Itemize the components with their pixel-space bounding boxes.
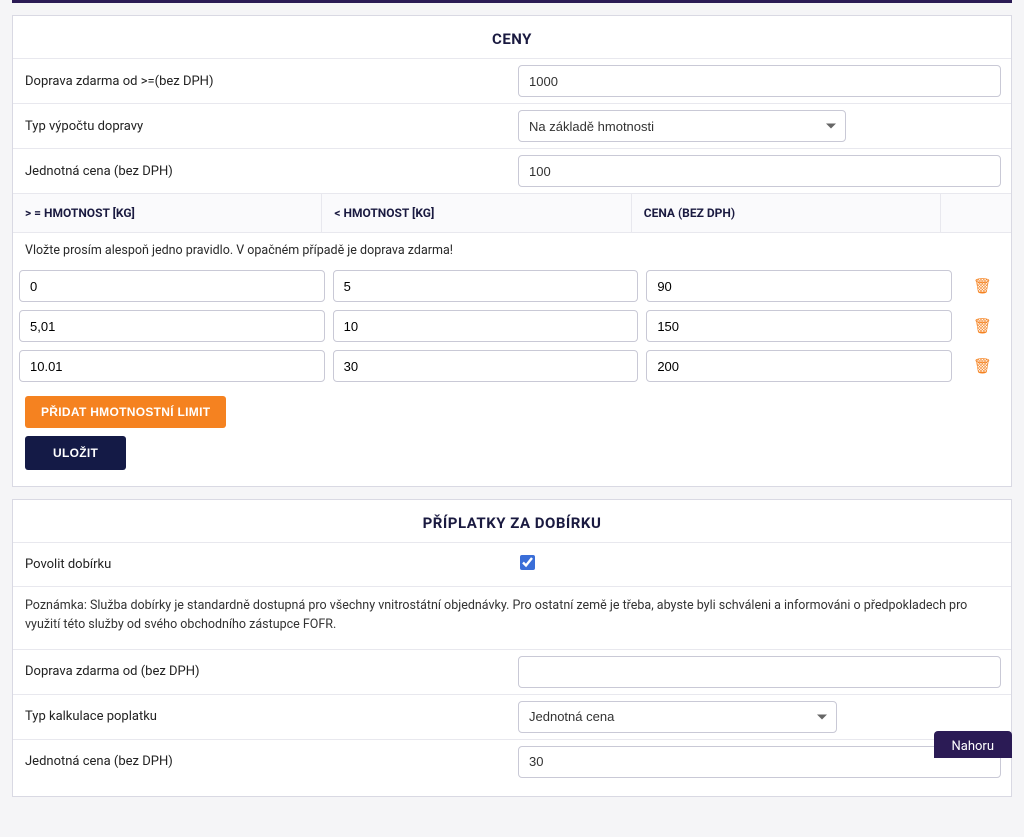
trash-icon[interactable]: 🗑 xyxy=(973,359,992,374)
row-enable-cod: Povolit dobírku xyxy=(13,542,1011,586)
prices-panel: CENY Doprava zdarma od >=(bez DPH) Typ v… xyxy=(12,15,1012,487)
row-cod-calc-type: Typ kalkulace poplatku Jednotná cena xyxy=(13,694,1011,739)
cod-title: PŘÍPLATKY ZA DOBÍRKU xyxy=(13,500,1011,542)
row-flat-rate: Jednotná cena (bez DPH) xyxy=(13,148,1011,193)
rule-price-input[interactable] xyxy=(646,310,952,342)
rule-lt-input[interactable] xyxy=(333,310,639,342)
prices-title: CENY xyxy=(13,16,1011,58)
rule-gte-input[interactable] xyxy=(19,270,325,302)
rule-rows: 🗑 🗑 🗑 xyxy=(13,264,1011,392)
select-calc-type[interactable]: Na základě hmotnosti xyxy=(518,110,846,142)
label-cod-flat-rate: Jednotná cena (bez DPH) xyxy=(13,744,512,779)
rule-row: 🗑 xyxy=(19,306,1005,346)
label-cod-free-shipping: Doprava zdarma od (bez DPH) xyxy=(13,654,512,689)
rule-lt-input[interactable] xyxy=(333,270,639,302)
col-lt: < HMOTNOST [KG] xyxy=(322,194,631,232)
label-enable-cod: Povolit dobírku xyxy=(13,547,512,582)
rule-row: 🗑 xyxy=(19,346,1005,386)
cod-panel: PŘÍPLATKY ZA DOBÍRKU Povolit dobírku Poz… xyxy=(12,499,1012,797)
input-flat-rate[interactable] xyxy=(518,155,1001,187)
trash-icon[interactable]: 🗑 xyxy=(973,319,992,334)
rule-gte-input[interactable] xyxy=(19,350,325,382)
col-price: CENA (BEZ DPH) xyxy=(632,194,941,232)
rule-price-input[interactable] xyxy=(646,270,952,302)
rule-gte-input[interactable] xyxy=(19,310,325,342)
input-cod-free-shipping[interactable] xyxy=(518,656,1001,688)
col-gte: > = HMOTNOST [KG] xyxy=(13,194,322,232)
input-free-shipping[interactable] xyxy=(518,65,1001,97)
rule-price-input[interactable] xyxy=(646,350,952,382)
label-flat-rate: Jednotná cena (bez DPH) xyxy=(13,154,512,189)
input-cod-flat-rate[interactable] xyxy=(518,746,1001,778)
weight-table-head: > = HMOTNOST [KG] < HMOTNOST [KG] CENA (… xyxy=(13,193,1011,233)
checkbox-enable-cod[interactable] xyxy=(520,555,535,570)
row-cod-free-shipping: Doprava zdarma od (bez DPH) xyxy=(13,649,1011,694)
cod-note: Poznámka: Služba dobírky je standardně d… xyxy=(13,586,1011,649)
row-calc-type: Typ výpočtu dopravy Na základě hmotnosti xyxy=(13,103,1011,148)
label-cod-calc-type: Typ kalkulace poplatku xyxy=(13,699,512,734)
select-cod-calc-type[interactable]: Jednotná cena xyxy=(518,701,837,733)
rule-row: 🗑 xyxy=(19,266,1005,306)
row-cod-flat-rate: Jednotná cena (bez DPH) xyxy=(13,739,1011,784)
label-calc-type: Typ výpočtu dopravy xyxy=(13,109,512,144)
save-button[interactable]: ULOŽIT xyxy=(25,436,126,470)
rules-hint: Vložte prosím alespoň jedno pravidlo. V … xyxy=(13,233,1011,264)
rule-lt-input[interactable] xyxy=(333,350,639,382)
trash-icon[interactable]: 🗑 xyxy=(973,279,992,294)
scroll-to-top-button[interactable]: Nahoru xyxy=(934,731,1013,758)
row-free-shipping: Doprava zdarma od >=(bez DPH) xyxy=(13,58,1011,103)
label-free-shipping: Doprava zdarma od >=(bez DPH) xyxy=(13,64,512,99)
add-weight-limit-button[interactable]: PŘIDAT HMOTNOSTNÍ LIMIT xyxy=(25,396,226,428)
